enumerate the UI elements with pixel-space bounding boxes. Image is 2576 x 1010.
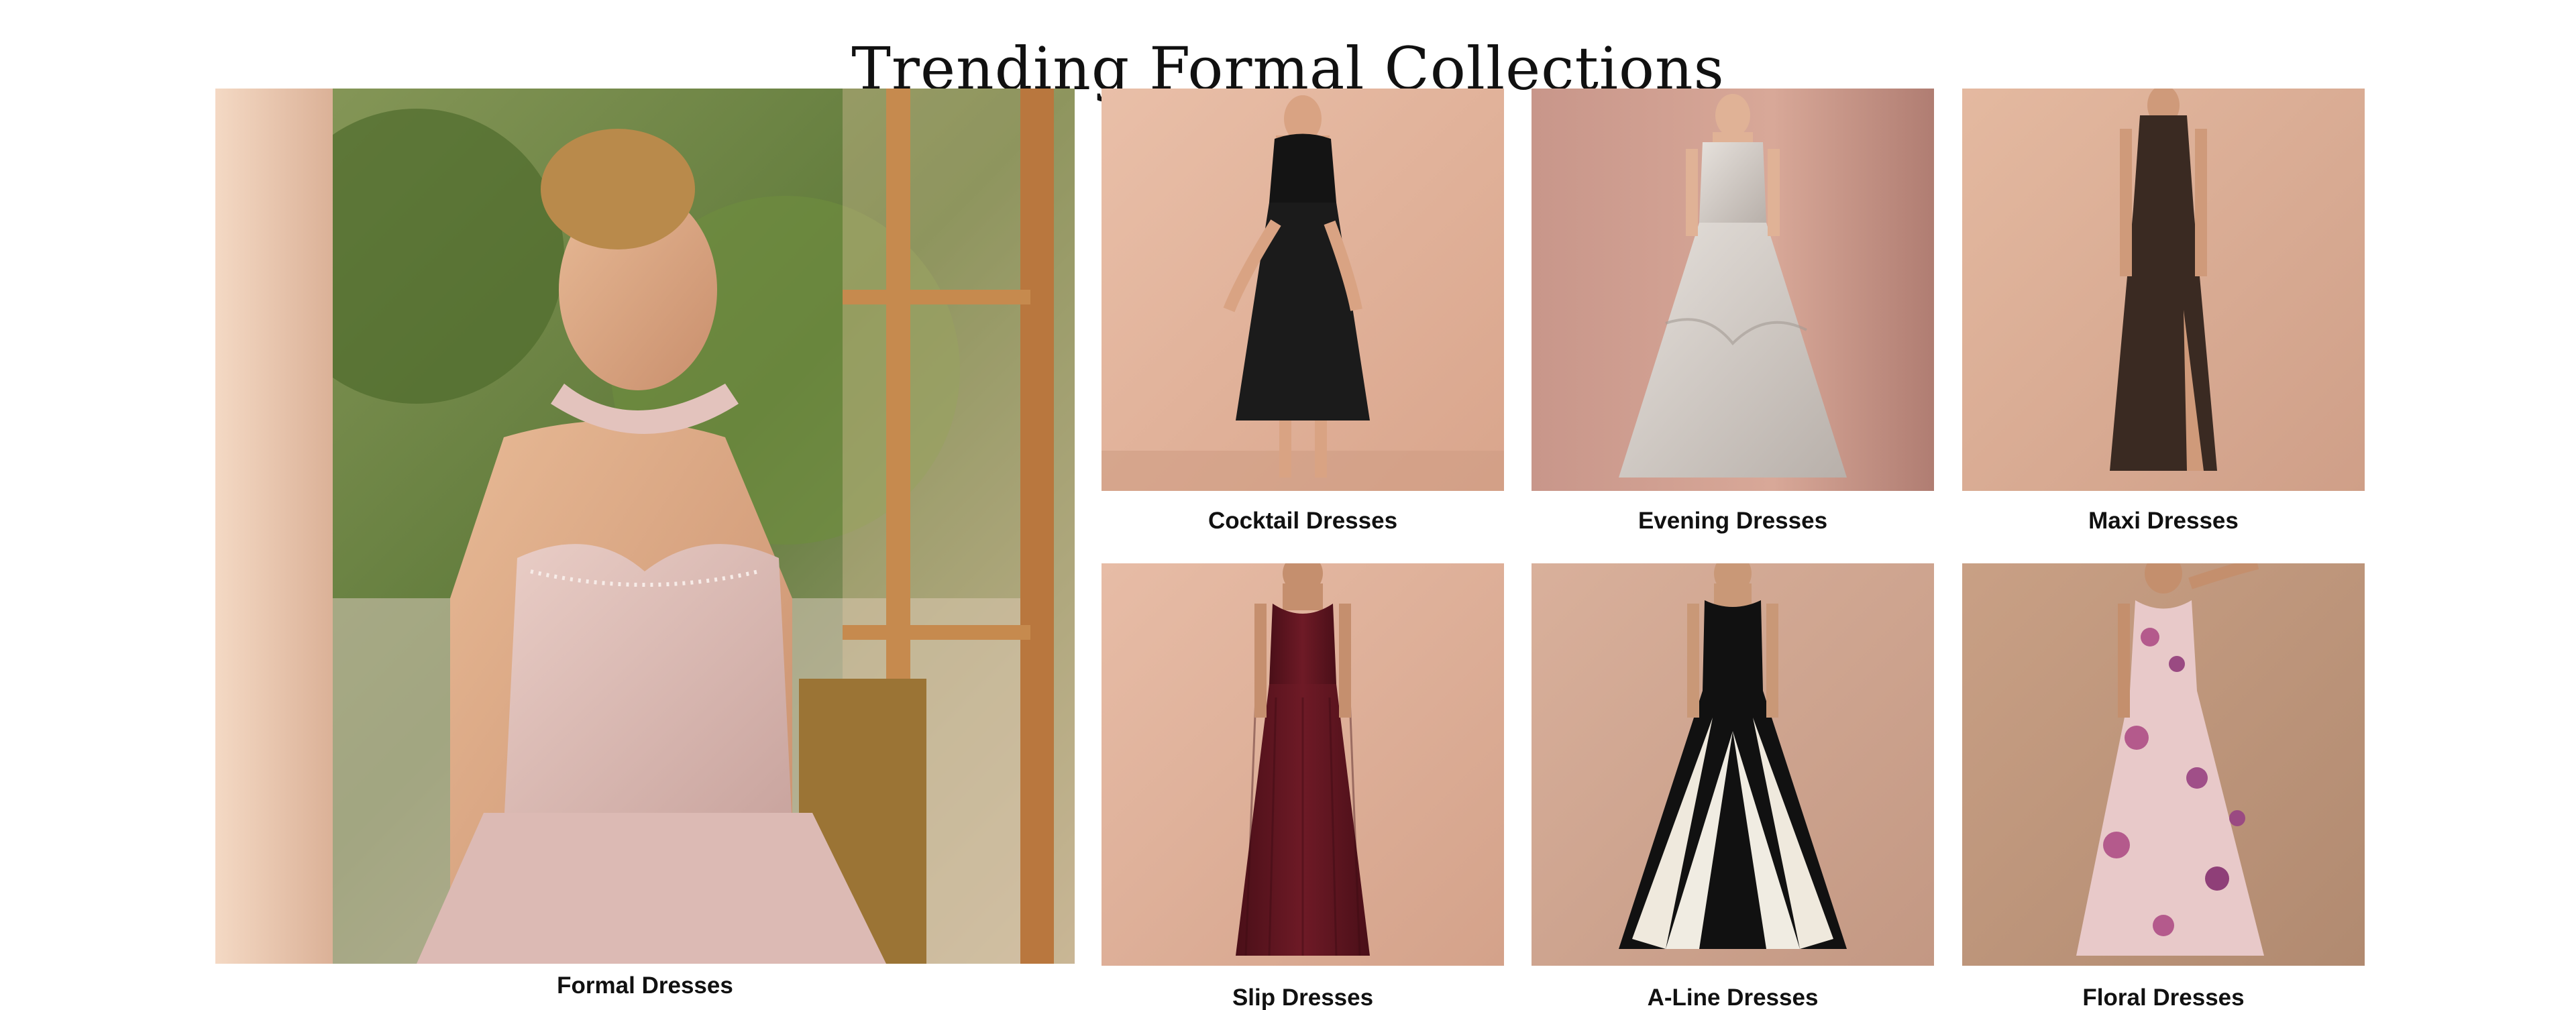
formal-dresses-label[interactable]: Formal Dresses [215, 972, 1075, 999]
collection-card-formal-dresses[interactable]: Formal Dresses [215, 89, 1075, 1010]
formal-dresses-image[interactable] [215, 89, 1075, 964]
slip-dresses-image[interactable] [1102, 563, 1504, 966]
formal-dresses-photo [215, 89, 1075, 964]
maxi-dresses-photo [1962, 89, 2365, 491]
cocktail-dresses-image[interactable] [1102, 89, 1504, 491]
slip-dresses-label[interactable]: Slip Dresses [1102, 985, 1504, 1010]
evening-dresses-image[interactable] [1532, 89, 1934, 491]
cocktail-dresses-photo [1102, 89, 1504, 491]
a-line-dresses-photo [1532, 563, 1934, 966]
evening-dresses-label[interactable]: Evening Dresses [1532, 508, 1934, 535]
maxi-dresses-label[interactable]: Maxi Dresses [1962, 508, 2365, 535]
maxi-dresses-image[interactable] [1962, 89, 2365, 491]
collection-card-floral-dresses[interactable]: Floral Dresses [1962, 563, 2365, 1010]
collection-card-slip-dresses[interactable]: Slip Dresses [1102, 563, 1504, 1010]
collection-card-maxi-dresses[interactable]: Maxi Dresses [1962, 89, 2365, 545]
floral-dresses-photo [1962, 563, 2365, 966]
collection-card-cocktail-dresses[interactable]: Cocktail Dresses [1102, 89, 1504, 545]
slip-dresses-photo [1102, 563, 1504, 966]
cocktail-dresses-label[interactable]: Cocktail Dresses [1102, 508, 1504, 535]
a-line-dresses-label[interactable]: A-Line Dresses [1532, 985, 1934, 1010]
floral-dresses-image[interactable] [1962, 563, 2365, 966]
a-line-dresses-image[interactable] [1532, 563, 1934, 966]
collection-card-evening-dresses[interactable]: Evening Dresses [1532, 89, 1934, 545]
evening-dresses-photo [1532, 89, 1934, 491]
collection-card-a-line-dresses[interactable]: A-Line Dresses [1532, 563, 1934, 1010]
floral-dresses-label[interactable]: Floral Dresses [1962, 985, 2365, 1010]
trending-collections-section: Trending Formal Collections Formal Dress… [0, 0, 2576, 1010]
